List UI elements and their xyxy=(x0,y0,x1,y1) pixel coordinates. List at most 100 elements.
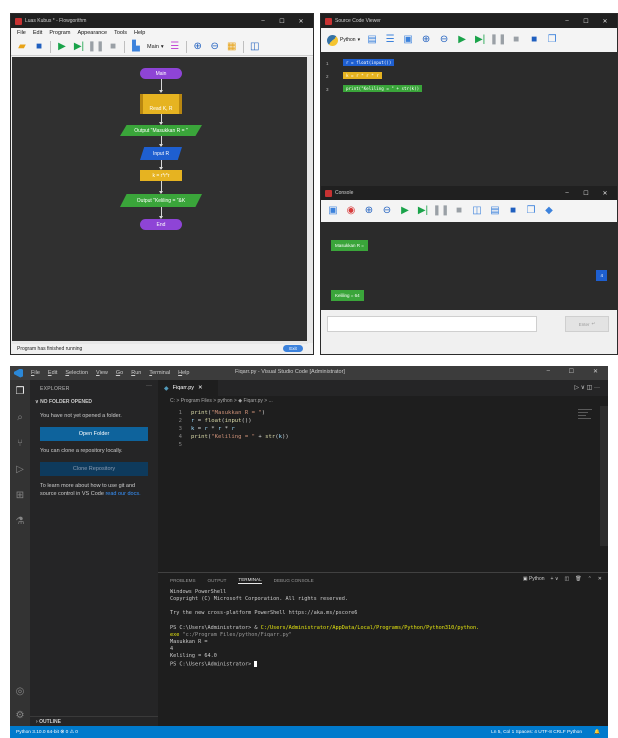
clone-repository-button[interactable]: Clone Repository xyxy=(40,462,148,476)
step-icon[interactable]: ▶| xyxy=(417,205,429,217)
menu-program[interactable]: Program xyxy=(49,30,70,36)
flow-end[interactable]: End xyxy=(140,219,182,230)
flow-assign[interactable]: k = r*r*r xyxy=(140,170,182,181)
search-icon[interactable]: ⌕ xyxy=(14,412,26,424)
menu-edit[interactable]: Edit xyxy=(48,370,57,376)
run-icon[interactable]: ▶ xyxy=(456,34,468,46)
terminal-output[interactable]: Windows PowerShell Copyright (C) Microso… xyxy=(170,589,600,668)
read-docs-link[interactable]: read our docs. xyxy=(105,491,140,497)
zoom-in-icon[interactable]: ⊕ xyxy=(192,41,204,53)
function-icon[interactable]: ▙ xyxy=(130,41,142,53)
exit-button[interactable]: Exit xyxy=(283,345,303,352)
editor-scrollbar[interactable] xyxy=(600,406,608,546)
close-icon[interactable]: ✕ xyxy=(198,385,203,391)
split-terminal-icon[interactable]: ◫ xyxy=(565,576,570,582)
close-button[interactable]: ✕ xyxy=(293,18,309,25)
menu-go[interactable]: Go xyxy=(116,370,123,376)
extensions-icon[interactable]: ⊞ xyxy=(14,490,26,502)
open-folder-icon[interactable]: ▰ xyxy=(16,41,28,53)
layout-icon[interactable]: ◫ xyxy=(249,41,261,53)
minimize-button[interactable]: – xyxy=(547,368,550,374)
status-editor-info[interactable]: Ln 5, Col 1 Spaces: 4 UTF-8 CRLF Python xyxy=(491,730,582,735)
pause-icon[interactable]: ❚❚ xyxy=(88,41,105,53)
menu-help[interactable]: Help xyxy=(178,370,189,376)
trash-icon[interactable]: 🗑 xyxy=(575,576,581,582)
outline-section[interactable]: › OUTLINE xyxy=(30,716,158,726)
view-icon[interactable]: ▤ xyxy=(366,34,378,46)
minimize-button[interactable]: – xyxy=(255,18,271,24)
chevron-up-icon[interactable]: ⌃ xyxy=(588,576,592,582)
source-control-icon[interactable]: ⑂ xyxy=(14,438,26,450)
step-icon[interactable]: ▶| xyxy=(474,34,486,46)
lines-icon[interactable]: ☰ xyxy=(384,34,396,46)
run-icon[interactable]: ▶ xyxy=(56,41,68,53)
gear-icon[interactable]: ⚙ xyxy=(14,710,26,722)
close-button[interactable]: ✕ xyxy=(597,18,613,25)
terminal-shell-select[interactable]: ▣ Python xyxy=(523,576,545,582)
record-icon[interactable]: ◉ xyxy=(345,205,357,217)
menu-tools[interactable]: Tools xyxy=(114,30,127,36)
menu-run[interactable]: Run xyxy=(131,370,141,376)
source-code-area[interactable]: 1 2 3 r = float(input()) k = r * r * r p… xyxy=(321,52,617,184)
text-icon[interactable]: ▤ xyxy=(489,205,501,217)
close-button[interactable]: ✕ xyxy=(593,368,598,375)
minimize-button[interactable]: – xyxy=(559,18,575,24)
breadcrumb[interactable]: C: > Program Files > python > ◆ Fiqarr.p… xyxy=(158,396,608,406)
console-view-icon[interactable]: ▣ xyxy=(327,205,339,217)
tab-problems[interactable]: PROBLEMS xyxy=(170,578,196,583)
menu-file[interactable]: File xyxy=(31,370,40,376)
tab-output[interactable]: OUTPUT xyxy=(208,578,227,583)
save-icon[interactable]: ■ xyxy=(507,205,519,217)
variable-watch-icon[interactable]: ☰ xyxy=(169,41,181,53)
close-button[interactable]: ✕ xyxy=(597,190,613,197)
maximize-button[interactable]: ☐ xyxy=(274,18,290,25)
save-icon[interactable]: ■ xyxy=(528,34,540,46)
stop-icon[interactable]: ■ xyxy=(107,41,119,53)
maximize-button[interactable]: ☐ xyxy=(569,368,574,375)
console-input-field[interactable] xyxy=(327,316,537,332)
maximize-button[interactable]: ☐ xyxy=(578,190,594,197)
step-icon[interactable]: ▶| xyxy=(73,41,85,53)
minimize-button[interactable]: – xyxy=(559,190,575,196)
menu-terminal[interactable]: Terminal xyxy=(149,370,170,376)
minimap[interactable] xyxy=(578,409,594,423)
pause-icon[interactable]: ❚❚ xyxy=(490,34,507,46)
zoom-out-icon[interactable]: ⊖ xyxy=(438,34,450,46)
stop-icon[interactable]: ■ xyxy=(453,205,465,217)
flow-output-prompt[interactable]: Output "Masukkan R = " xyxy=(120,125,202,136)
notification-bell-icon[interactable]: 🔔 xyxy=(594,730,600,735)
flowchart-canvas[interactable]: Main Read K, R Output "Masukkan R = " In… xyxy=(12,57,308,343)
menu-view[interactable]: View xyxy=(96,370,108,376)
language-select[interactable]: Python ▾ xyxy=(327,34,360,46)
clear-icon[interactable]: ◆ xyxy=(543,205,555,217)
editor-actions[interactable]: ▷ ∨ ◫ ··· xyxy=(574,384,600,391)
tab-debug-console[interactable]: DEBUG CONSOLE xyxy=(274,578,314,583)
zoom-out-icon[interactable]: ⊖ xyxy=(209,41,221,53)
chart-icon[interactable]: ▦ xyxy=(226,41,238,53)
tab-fiqarr-py[interactable]: ◆ Fiqarr.py ✕ xyxy=(158,380,218,396)
account-icon[interactable]: ◎ xyxy=(14,686,26,698)
new-terminal-icon[interactable]: + ∨ xyxy=(551,576,559,582)
zoom-in-icon[interactable]: ⊕ xyxy=(363,205,375,217)
testing-icon[interactable]: ⚗ xyxy=(14,516,26,528)
more-actions-icon[interactable]: ··· xyxy=(146,383,152,389)
tab-terminal[interactable]: TERMINAL xyxy=(238,577,262,584)
zoom-out-icon[interactable]: ⊖ xyxy=(381,205,393,217)
menu-help[interactable]: Help xyxy=(134,30,145,36)
zoom-in-icon[interactable]: ⊕ xyxy=(420,34,432,46)
enter-button[interactable]: Enter ↵ xyxy=(565,316,609,332)
flow-input[interactable]: Input R xyxy=(140,147,182,160)
layout-icon[interactable]: ◫ xyxy=(471,205,483,217)
menu-file[interactable]: File xyxy=(17,30,26,36)
function-select[interactable]: Main ▾ xyxy=(147,44,164,50)
copy-icon[interactable]: ❐ xyxy=(546,34,558,46)
maximize-button[interactable]: ☐ xyxy=(578,18,594,25)
block-icon[interactable]: ▣ xyxy=(402,34,414,46)
save-icon[interactable]: ■ xyxy=(33,41,45,53)
open-folder-button[interactable]: Open Folder xyxy=(40,427,148,441)
code-editor[interactable]: 1 print("Masukkan R = ") 2 r = float(input(… xyxy=(158,406,608,572)
flow-output-result[interactable]: Output "Keliling = "&K xyxy=(120,194,202,207)
flow-start[interactable]: Main xyxy=(140,68,182,79)
menu-edit[interactable]: Edit xyxy=(33,30,42,36)
explorer-icon[interactable]: ❐ xyxy=(14,386,26,398)
